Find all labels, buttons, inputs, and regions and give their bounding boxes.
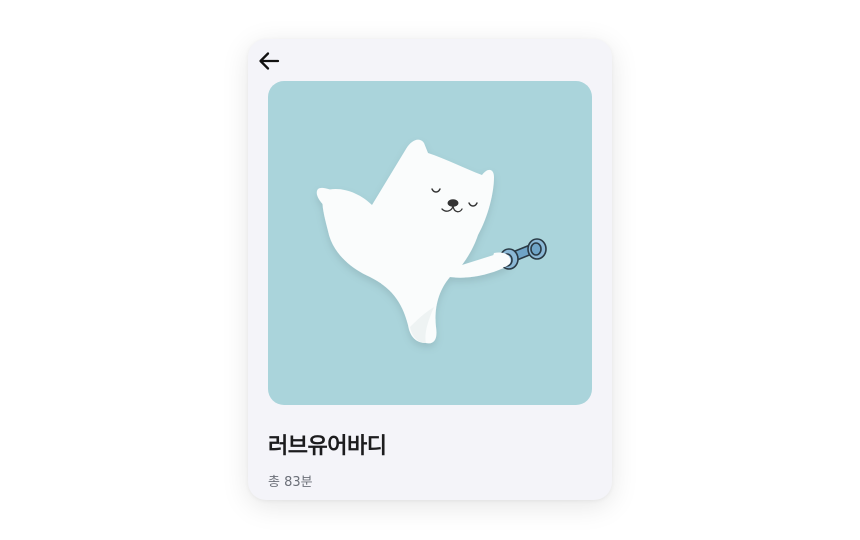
back-button[interactable] (258, 51, 282, 71)
program-duration: 총 83분 (268, 475, 313, 490)
program-cover-image (268, 81, 592, 405)
program-title: 러브유어바디 (268, 434, 387, 459)
arrow-left-icon (259, 52, 280, 70)
bear-with-dumbbell-illustration (316, 139, 547, 344)
program-card: 러브유어바디 총 83분 (248, 39, 612, 500)
